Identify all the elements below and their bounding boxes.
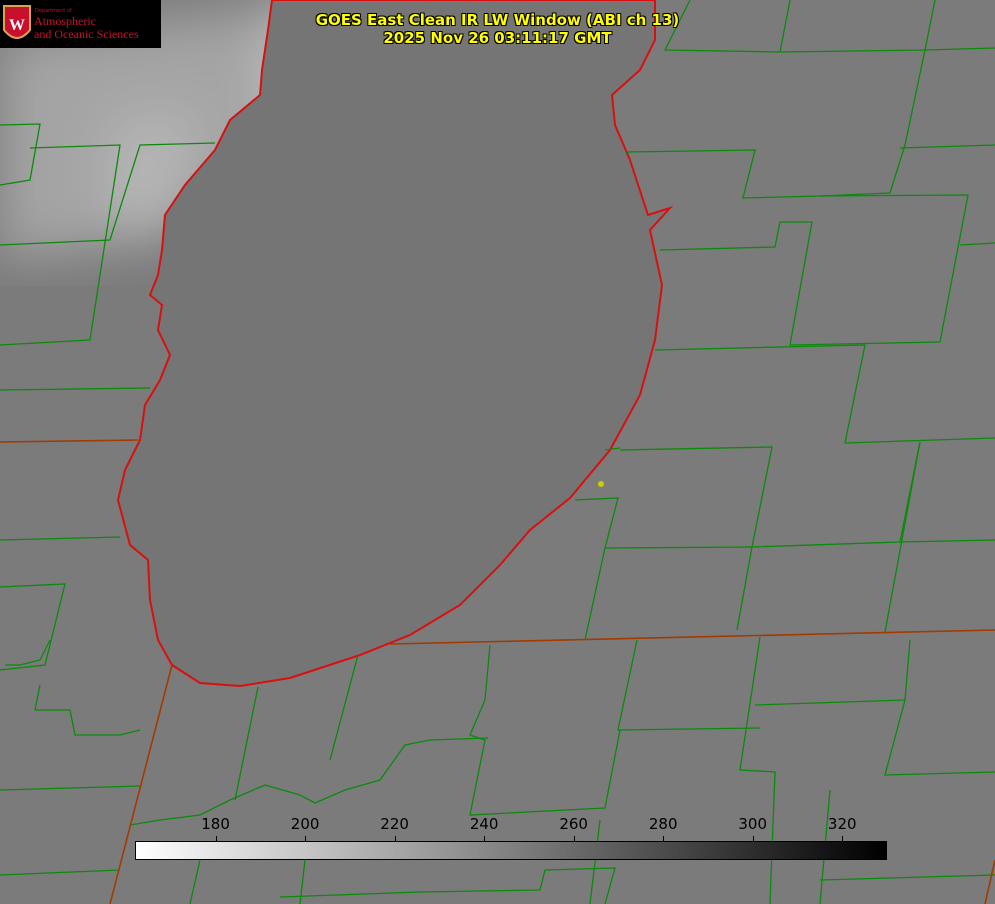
colorbar-tick-label: 200 [290, 815, 320, 833]
colorbar-tick-mark [394, 836, 396, 841]
colorbar-tick-mark [663, 836, 665, 841]
colorbar-tick-label: 300 [738, 815, 768, 833]
image-timestamp: 2025 Nov 26 03:11:17 GMT [383, 29, 612, 47]
colorbar-tick-label: 260 [559, 815, 588, 833]
colorbar-tick-mark [215, 836, 217, 841]
colorbar-tick-mark [305, 836, 307, 841]
colorbar-tick-mark [573, 836, 575, 841]
colorbar-tick-label: 180 [201, 815, 230, 833]
colorbar-tick-mark [842, 836, 844, 841]
colorbar-tick-label: 240 [469, 815, 499, 833]
image-title: GOES East Clean IR LW Window (ABI ch 13) [315, 11, 680, 29]
colorbar-tick-label: 320 [827, 815, 857, 833]
colorbar-tick-label: 220 [380, 815, 409, 833]
colorbar-tick-mark [752, 836, 754, 841]
colorbar-tick-label: 280 [648, 815, 678, 833]
satellite-map [0, 0, 995, 904]
colorbar [135, 841, 887, 860]
colorbar-tick-mark [484, 836, 486, 841]
location-marker [598, 481, 604, 487]
satellite-image-view: W Department of Atmospheric and Oceanic … [0, 0, 995, 904]
